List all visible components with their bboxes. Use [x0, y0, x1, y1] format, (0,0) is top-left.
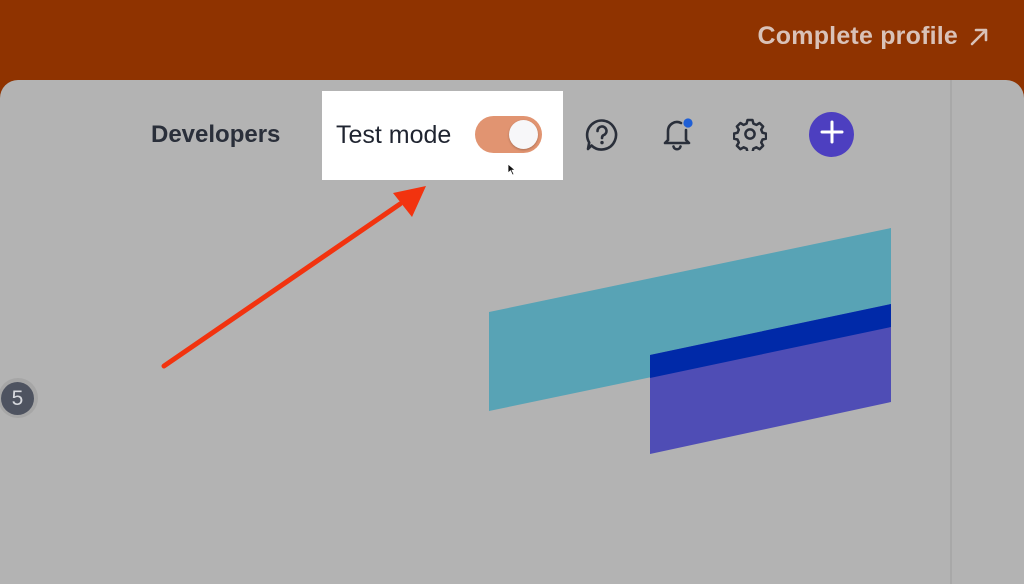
complete-profile-link[interactable]: Complete profile — [758, 22, 990, 51]
decorative-illustration — [489, 228, 891, 454]
developers-link[interactable]: Developers — [151, 121, 280, 149]
top-banner: Complete profile — [0, 0, 1024, 80]
notification-dot — [683, 118, 693, 128]
help-button[interactable] — [584, 117, 620, 158]
question-circle-icon — [584, 119, 620, 157]
bell-icon — [660, 118, 694, 156]
side-count-badge[interactable]: 5 — [1, 382, 34, 415]
create-button[interactable] — [809, 112, 854, 157]
test-mode-label: Test mode — [336, 121, 452, 149]
settings-button[interactable] — [732, 117, 768, 156]
annotation-arrow — [161, 186, 426, 369]
complete-profile-label: Complete profile — [757, 22, 958, 50]
mouse-cursor-icon — [507, 163, 517, 181]
test-mode-toggle[interactable] — [475, 116, 542, 153]
plus-icon — [820, 120, 844, 149]
panel-divider — [950, 80, 952, 584]
gear-icon — [732, 118, 768, 155]
toggle-knob — [509, 120, 538, 149]
notifications-button[interactable] — [660, 116, 694, 157]
arrow-up-right-icon — [968, 26, 990, 48]
